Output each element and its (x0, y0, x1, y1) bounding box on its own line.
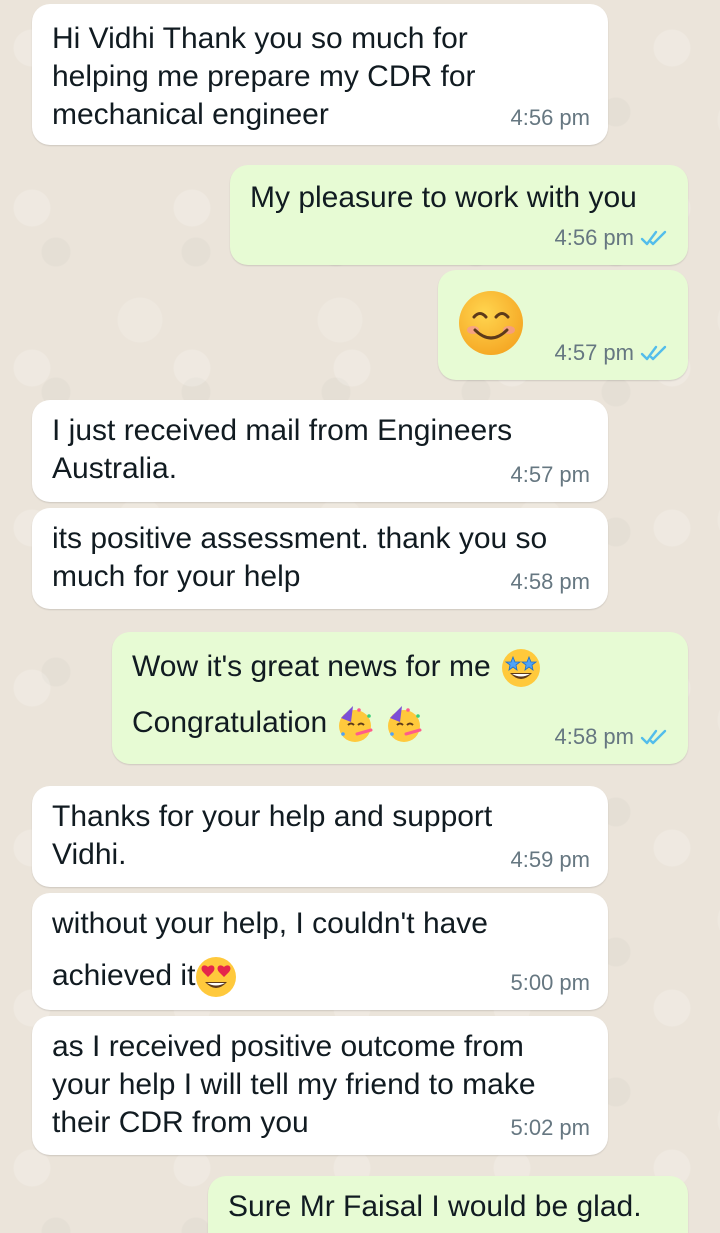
chat-thread[interactable]: Hi Vidhi Thank you so much for helping m… (0, 0, 720, 1233)
message-bubble-outgoing[interactable]: Sure Mr Faisal I would be glad. (208, 1176, 688, 1233)
message-timestamp: 4:56 pm (554, 225, 635, 250)
message-timestamp: 4:58 pm (510, 569, 591, 594)
message-text-line: Congratulation (132, 706, 328, 740)
message-timestamp: 5:00 pm (510, 970, 591, 995)
partying-face-icon (335, 704, 375, 744)
message-meta: 4:59 pm (511, 841, 591, 879)
message-meta: 4:57 pm (511, 456, 591, 494)
message-text-line: Wow it's great news for me (132, 650, 491, 683)
message-timestamp: 5:02 pm (510, 1115, 591, 1140)
message-text: Wow it's great news for me Congratulatio… (132, 648, 541, 744)
message-bubble-incoming[interactable]: Hi Vidhi Thank you so much for helping m… (32, 4, 608, 145)
message-text: as I received positive outcome from your… (52, 1030, 536, 1139)
read-ticks-icon (640, 727, 670, 747)
message-timestamp: 4:58 pm (554, 724, 635, 749)
message-text: My pleasure to work with you (250, 181, 637, 214)
message-timestamp: 4:57 pm (554, 340, 635, 365)
message-bubble-outgoing[interactable]: 4:57 pm (438, 270, 688, 380)
message-text-line: without your help, I couldn't have (52, 907, 488, 940)
message-bubble-incoming[interactable]: as I received positive outcome from your… (32, 1016, 608, 1155)
message-text: I just received mail from Engineers Aust… (52, 414, 513, 485)
message-meta: 5:00 pm (511, 964, 591, 1002)
message-text: its positive assessment. thank you so mu… (52, 522, 548, 593)
message-text: Hi Vidhi Thank you so much for helping m… (52, 22, 476, 131)
message-bubble-incoming[interactable]: Thanks for your help and support Vidhi. … (32, 786, 608, 887)
heart-eyes-icon (195, 956, 237, 998)
message-meta: 4:58 pm (511, 563, 591, 601)
message-meta: 5:02 pm (511, 1109, 591, 1147)
read-ticks-icon (640, 228, 670, 248)
message-meta: 4:58 pm (555, 718, 671, 756)
message-bubble-incoming[interactable]: without your help, I couldn't have achie… (32, 893, 608, 1010)
message-timestamp: 4:57 pm (510, 462, 591, 487)
message-meta: 4:56 pm (555, 219, 671, 257)
message-bubble-incoming[interactable]: its positive assessment. thank you so mu… (32, 508, 608, 609)
message-meta: 4:57 pm (555, 334, 671, 372)
message-timestamp: 4:56 pm (510, 105, 591, 130)
message-meta: 4:56 pm (511, 99, 591, 137)
read-ticks-icon (640, 343, 670, 363)
partying-face-icon (384, 704, 424, 744)
message-text: Sure Mr Faisal I would be glad. (228, 1190, 642, 1223)
message-bubble-incoming[interactable]: I just received mail from Engineers Aust… (32, 400, 608, 502)
message-text: without your help, I couldn't have achie… (52, 905, 488, 998)
message-text-line: achieved it (52, 959, 196, 992)
smiling-face-icon (458, 290, 524, 356)
message-text: Thanks for your help and support Vidhi. (52, 800, 493, 871)
message-bubble-outgoing[interactable]: Wow it's great news for me Congratulatio… (112, 632, 688, 764)
message-timestamp: 4:59 pm (510, 847, 591, 872)
message-bubble-outgoing[interactable]: My pleasure to work with you 4:56 pm (230, 165, 688, 265)
star-struck-icon (501, 648, 541, 688)
